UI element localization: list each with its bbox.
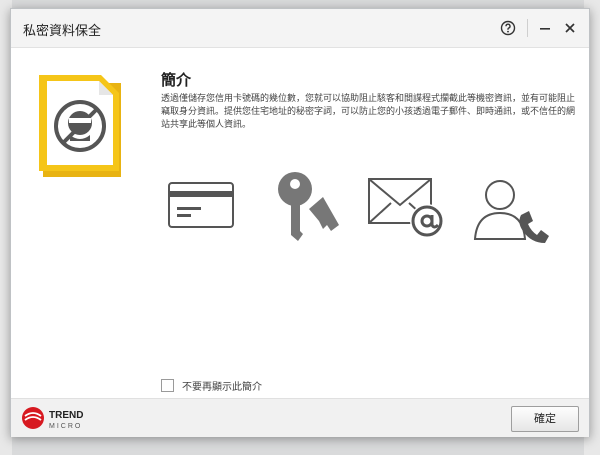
brand-line2: MICRO: [49, 423, 82, 430]
ok-button[interactable]: 確定: [511, 406, 579, 432]
close-icon[interactable]: [557, 15, 583, 41]
privacy-document-icon: [39, 71, 127, 179]
help-icon[interactable]: [495, 15, 521, 41]
minimize-icon[interactable]: [532, 15, 558, 41]
privacy-protection-dialog: 私密資料保全 簡介 透過僅儲存您信用卡號碼的幾位數，您就可以協助阻止駭客和間諜程…: [10, 8, 590, 437]
brand-line1: TREND: [49, 410, 83, 421]
trend-micro-logo: TREND MICRO: [21, 406, 101, 434]
phone-contact-icon: [473, 173, 549, 249]
intro-description: 透過僅儲存您信用卡號碼的幾位數，您就可以協助阻止駭客和間諜程式攔截此等機密資訊，…: [161, 94, 576, 130]
titlebar-separator: [527, 19, 528, 37]
keys-icon: [273, 169, 343, 249]
email-at-icon: [367, 177, 447, 245]
intro-heading: 簡介: [161, 71, 192, 89]
dialog-title: 私密資料保全: [23, 24, 102, 39]
dont-show-again-checkbox[interactable]: [161, 378, 174, 392]
dont-show-again-row[interactable]: 不要再顯示此簡介: [161, 378, 262, 393]
dialog-footer: TREND MICRO 確定: [11, 398, 589, 437]
credit-card-icon: [167, 181, 235, 233]
dont-show-again-label[interactable]: 不要再顯示此簡介: [182, 378, 262, 393]
title-bar: 私密資料保全: [11, 9, 589, 48]
